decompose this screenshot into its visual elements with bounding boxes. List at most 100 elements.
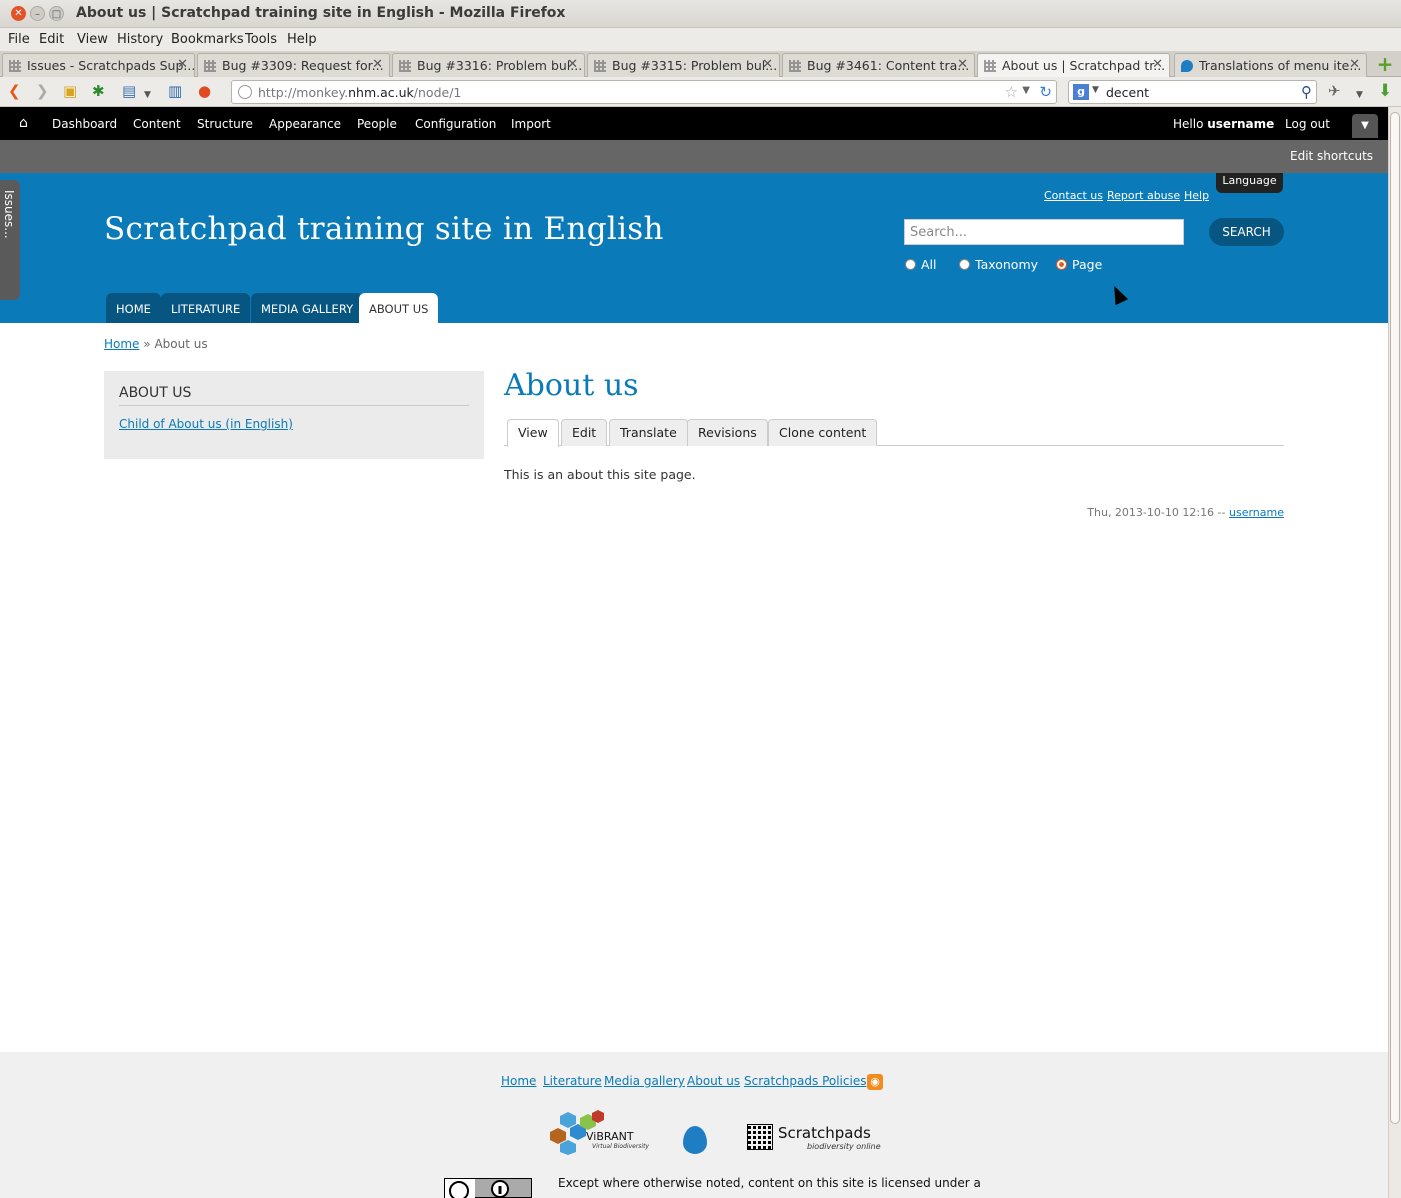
browser-tab[interactable]: Bug #3315: Problem bul... ✕ (587, 53, 780, 77)
vibrant-name: ViBRANT (586, 1130, 634, 1143)
admin-dashboard[interactable]: Dashboard (52, 117, 117, 131)
tab-clone-content[interactable]: Clone content (768, 419, 878, 446)
browser-tab[interactable]: Translations of menu ite... ✕ (1174, 53, 1367, 77)
tab-close-icon[interactable]: ✕ (372, 57, 383, 72)
breadcrumb-home[interactable]: Home (104, 337, 139, 351)
forward-icon[interactable]: ❯ (36, 83, 49, 99)
admin-logout[interactable]: Log out (1285, 117, 1330, 131)
footer-about-us-link[interactable]: About us (687, 1074, 740, 1088)
menu-literature[interactable]: LITERATURE (161, 293, 251, 323)
menu-history[interactable]: History (117, 32, 163, 47)
browser-tab[interactable]: Bug #3461: Content tra... ✕ (782, 53, 975, 77)
screenshot-icon[interactable]: ▤ (122, 83, 136, 99)
tab-close-icon[interactable]: ✕ (1152, 57, 1163, 72)
menu-view[interactable]: View (77, 32, 108, 47)
stumbleupon-icon[interactable]: ● (198, 83, 211, 99)
menu-media-gallery[interactable]: MEDIA GALLERY (251, 293, 364, 323)
search-engine-input[interactable]: decent (1106, 85, 1149, 100)
edit-shortcuts-link[interactable]: Edit shortcuts (1290, 149, 1373, 163)
browser-tab[interactable]: Bug #3316: Problem bul... ✕ (392, 53, 585, 77)
search-engine-bar[interactable]: g ▼ decent ⚲ (1068, 80, 1317, 104)
window-minimize-button[interactable]: – (30, 6, 45, 21)
tab-revisions[interactable]: Revisions (687, 419, 768, 446)
license-text: Except where otherwise noted, content on… (558, 1176, 981, 1190)
contact-us-link[interactable]: Contact us (1044, 189, 1103, 202)
page-favicon-icon (9, 60, 21, 72)
browser-tab-active[interactable]: About us | Scratchpad tr... ✕ (977, 53, 1170, 77)
browser-tab[interactable]: Bug #3309: Request for... ✕ (197, 53, 390, 77)
menu-home[interactable]: HOME (106, 293, 161, 323)
admin-import[interactable]: Import (511, 117, 551, 131)
admin-structure[interactable]: Structure (197, 117, 253, 131)
menu-bookmarks[interactable]: Bookmarks (171, 32, 244, 47)
bookmark-star-icon[interactable]: ☆ (1005, 83, 1018, 101)
scrollbar-thumb[interactable] (1390, 112, 1400, 1124)
issues-side-tab[interactable]: Issues... (0, 180, 20, 300)
back-icon[interactable]: ❮ (8, 83, 21, 99)
radio-page[interactable]: Page (1056, 257, 1102, 272)
tab-close-icon[interactable]: ✕ (177, 57, 188, 72)
footer-policies-link[interactable]: Scratchpads Policies (744, 1074, 866, 1088)
tab-close-icon[interactable]: ✕ (1349, 57, 1360, 72)
bookmark-folder-icon[interactable]: ▣ (63, 83, 77, 99)
breadcrumb: Home » About us (104, 337, 208, 351)
site-search-input[interactable]: Search... (904, 219, 1184, 245)
sidebar-child-link[interactable]: Child of About us (in English) (119, 417, 293, 431)
radio-taxonomy[interactable]: Taxonomy (959, 257, 1038, 272)
new-tab-icon[interactable]: + (1374, 54, 1396, 75)
browser-tab[interactable]: Issues - Scratchpads Sup... ✕ (2, 53, 195, 77)
page-favicon-icon (594, 60, 606, 72)
url-bar[interactable]: http://monkey.nhm.ac.uk/node/1 ☆ ▼ ↻ (231, 80, 1057, 104)
download-icon[interactable]: ⬇ (1378, 83, 1392, 100)
dropdown-icon[interactable]: ▼ (144, 87, 151, 103)
engine-dropdown-icon[interactable]: ▼ (1092, 85, 1099, 95)
tab-label: Bug #3461: Content tra... (807, 58, 970, 73)
home-icon[interactable]: ⌂ (19, 115, 28, 131)
menu-edit[interactable]: Edit (39, 32, 64, 47)
author-link[interactable]: username (1229, 506, 1284, 519)
tab-translate[interactable]: Translate (609, 419, 688, 446)
admin-content[interactable]: Content (133, 117, 181, 131)
addon-dropdown-icon[interactable]: ▼ (1356, 87, 1363, 103)
tab-close-icon[interactable]: ✕ (762, 57, 773, 72)
toolbar-toggle-icon[interactable]: ▼ (1352, 114, 1378, 138)
admin-appearance[interactable]: Appearance (269, 117, 341, 131)
bug-icon[interactable]: ✱ (92, 83, 105, 99)
tab-close-icon[interactable]: ✕ (567, 57, 578, 72)
drupal-logo-icon[interactable] (683, 1126, 707, 1154)
menu-file[interactable]: File (8, 32, 30, 47)
tab-close-icon[interactable]: ✕ (957, 57, 968, 72)
stats-icon[interactable]: ▥ (168, 83, 182, 99)
rss-icon[interactable]: ◉ (867, 1074, 883, 1090)
google-icon[interactable]: g (1073, 84, 1089, 100)
footer-home-link[interactable]: Home (501, 1074, 536, 1088)
site-search-button[interactable]: SEARCH (1209, 218, 1284, 246)
tab-view[interactable]: View (507, 419, 559, 447)
window-maximize-button[interactable]: □ (49, 6, 64, 21)
radio-all[interactable]: All (905, 257, 937, 272)
menu-about-us[interactable]: ABOUT US (359, 293, 439, 323)
window-close-button[interactable]: ✕ (11, 6, 26, 21)
navigation-bar: ❮ ❯ ▣ ✱ ▤ ▼ ▥ ● http://monkey.nhm.ac.uk/… (0, 77, 1401, 107)
vibrant-logo[interactable]: ViBRANT Virtual Biodiversity (546, 1110, 649, 1155)
tab-edit[interactable]: Edit (561, 419, 608, 446)
language-tab[interactable]: Language (1216, 173, 1283, 193)
addon-icon[interactable]: ✈ (1328, 83, 1341, 99)
search-icon[interactable]: ⚲ (1301, 83, 1312, 101)
admin-people[interactable]: People (357, 117, 397, 131)
footer-media-gallery-link[interactable]: Media gallery (604, 1074, 685, 1088)
report-abuse-link[interactable]: Report abuse (1107, 189, 1180, 202)
page-scrollbar[interactable] (1388, 107, 1401, 1198)
tab-strip: Issues - Scratchpads Sup... ✕ Bug #3309:… (0, 51, 1401, 77)
page-favicon-icon (399, 60, 411, 72)
help-link[interactable]: Help (1184, 189, 1209, 202)
admin-configuration[interactable]: Configuration (415, 117, 496, 131)
menu-tools[interactable]: Tools (245, 32, 277, 47)
reload-icon[interactable]: ↻ (1039, 83, 1052, 101)
site-name[interactable]: Scratchpad training site in English (104, 211, 664, 247)
menu-help[interactable]: Help (287, 32, 317, 47)
url-dropdown-icon[interactable]: ▼ (1022, 85, 1030, 96)
footer-literature-link[interactable]: Literature (543, 1074, 602, 1088)
creative-commons-badge-icon[interactable] (444, 1178, 532, 1198)
page-body: This is an about this site page. (504, 467, 696, 482)
